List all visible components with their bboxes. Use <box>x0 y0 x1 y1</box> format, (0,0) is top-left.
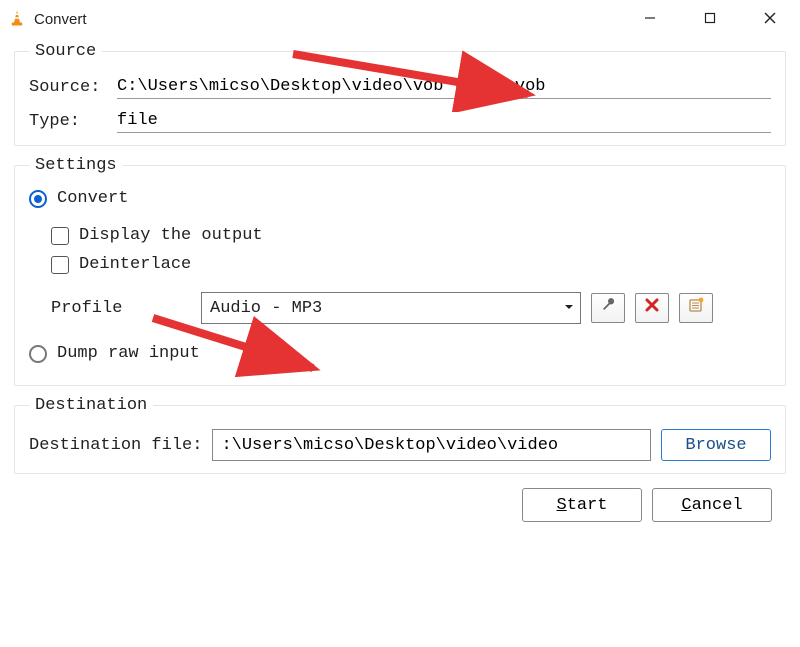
settings-group: Settings Convert Display the output Dein… <box>14 156 786 386</box>
browse-button[interactable]: Browse <box>661 429 771 461</box>
window-title: Convert <box>34 9 620 28</box>
profile-label: Profile <box>51 299 191 318</box>
window-controls <box>620 0 800 36</box>
profile-select[interactable]: Audio - MP3 <box>201 292 581 324</box>
wrench-icon <box>600 297 616 319</box>
close-button[interactable] <box>740 0 800 36</box>
convert-radio-row[interactable]: Convert <box>29 189 771 208</box>
maximize-button[interactable] <box>680 0 740 36</box>
deinterlace-label: Deinterlace <box>79 255 191 274</box>
source-label: Source: <box>29 78 117 97</box>
edit-profile-button[interactable] <box>591 293 625 323</box>
source-field[interactable] <box>117 75 771 99</box>
titlebar: Convert <box>0 0 800 36</box>
destination-legend: Destination <box>29 396 153 415</box>
destination-group: Destination Destination file: Browse <box>14 396 786 474</box>
source-group: Source Source: Type: <box>14 42 786 146</box>
type-field[interactable] <box>117 109 771 133</box>
vlc-cone-icon <box>8 9 26 27</box>
deinterlace-row[interactable]: Deinterlace <box>51 255 771 274</box>
destination-field[interactable] <box>212 429 651 461</box>
convert-radio[interactable] <box>29 190 47 208</box>
display-output-row[interactable]: Display the output <box>51 226 771 245</box>
dump-raw-radio[interactable] <box>29 345 47 363</box>
delete-profile-button[interactable] <box>635 293 669 323</box>
type-label: Type: <box>29 112 117 131</box>
start-button[interactable]: Start <box>522 488 642 522</box>
delete-x-icon <box>644 297 660 319</box>
display-output-label: Display the output <box>79 226 263 245</box>
new-profile-icon <box>688 297 704 319</box>
dump-raw-label: Dump raw input <box>57 344 200 363</box>
chevron-down-icon <box>564 299 574 318</box>
destination-label: Destination file: <box>29 436 202 455</box>
new-profile-button[interactable] <box>679 293 713 323</box>
convert-radio-label: Convert <box>57 189 128 208</box>
dump-raw-radio-row[interactable]: Dump raw input <box>29 344 771 363</box>
display-output-checkbox[interactable] <box>51 227 69 245</box>
source-legend: Source <box>29 42 102 61</box>
minimize-button[interactable] <box>620 0 680 36</box>
settings-legend: Settings <box>29 156 123 175</box>
deinterlace-checkbox[interactable] <box>51 256 69 274</box>
cancel-button[interactable]: Cancel <box>652 488 772 522</box>
profile-value: Audio - MP3 <box>210 299 564 318</box>
